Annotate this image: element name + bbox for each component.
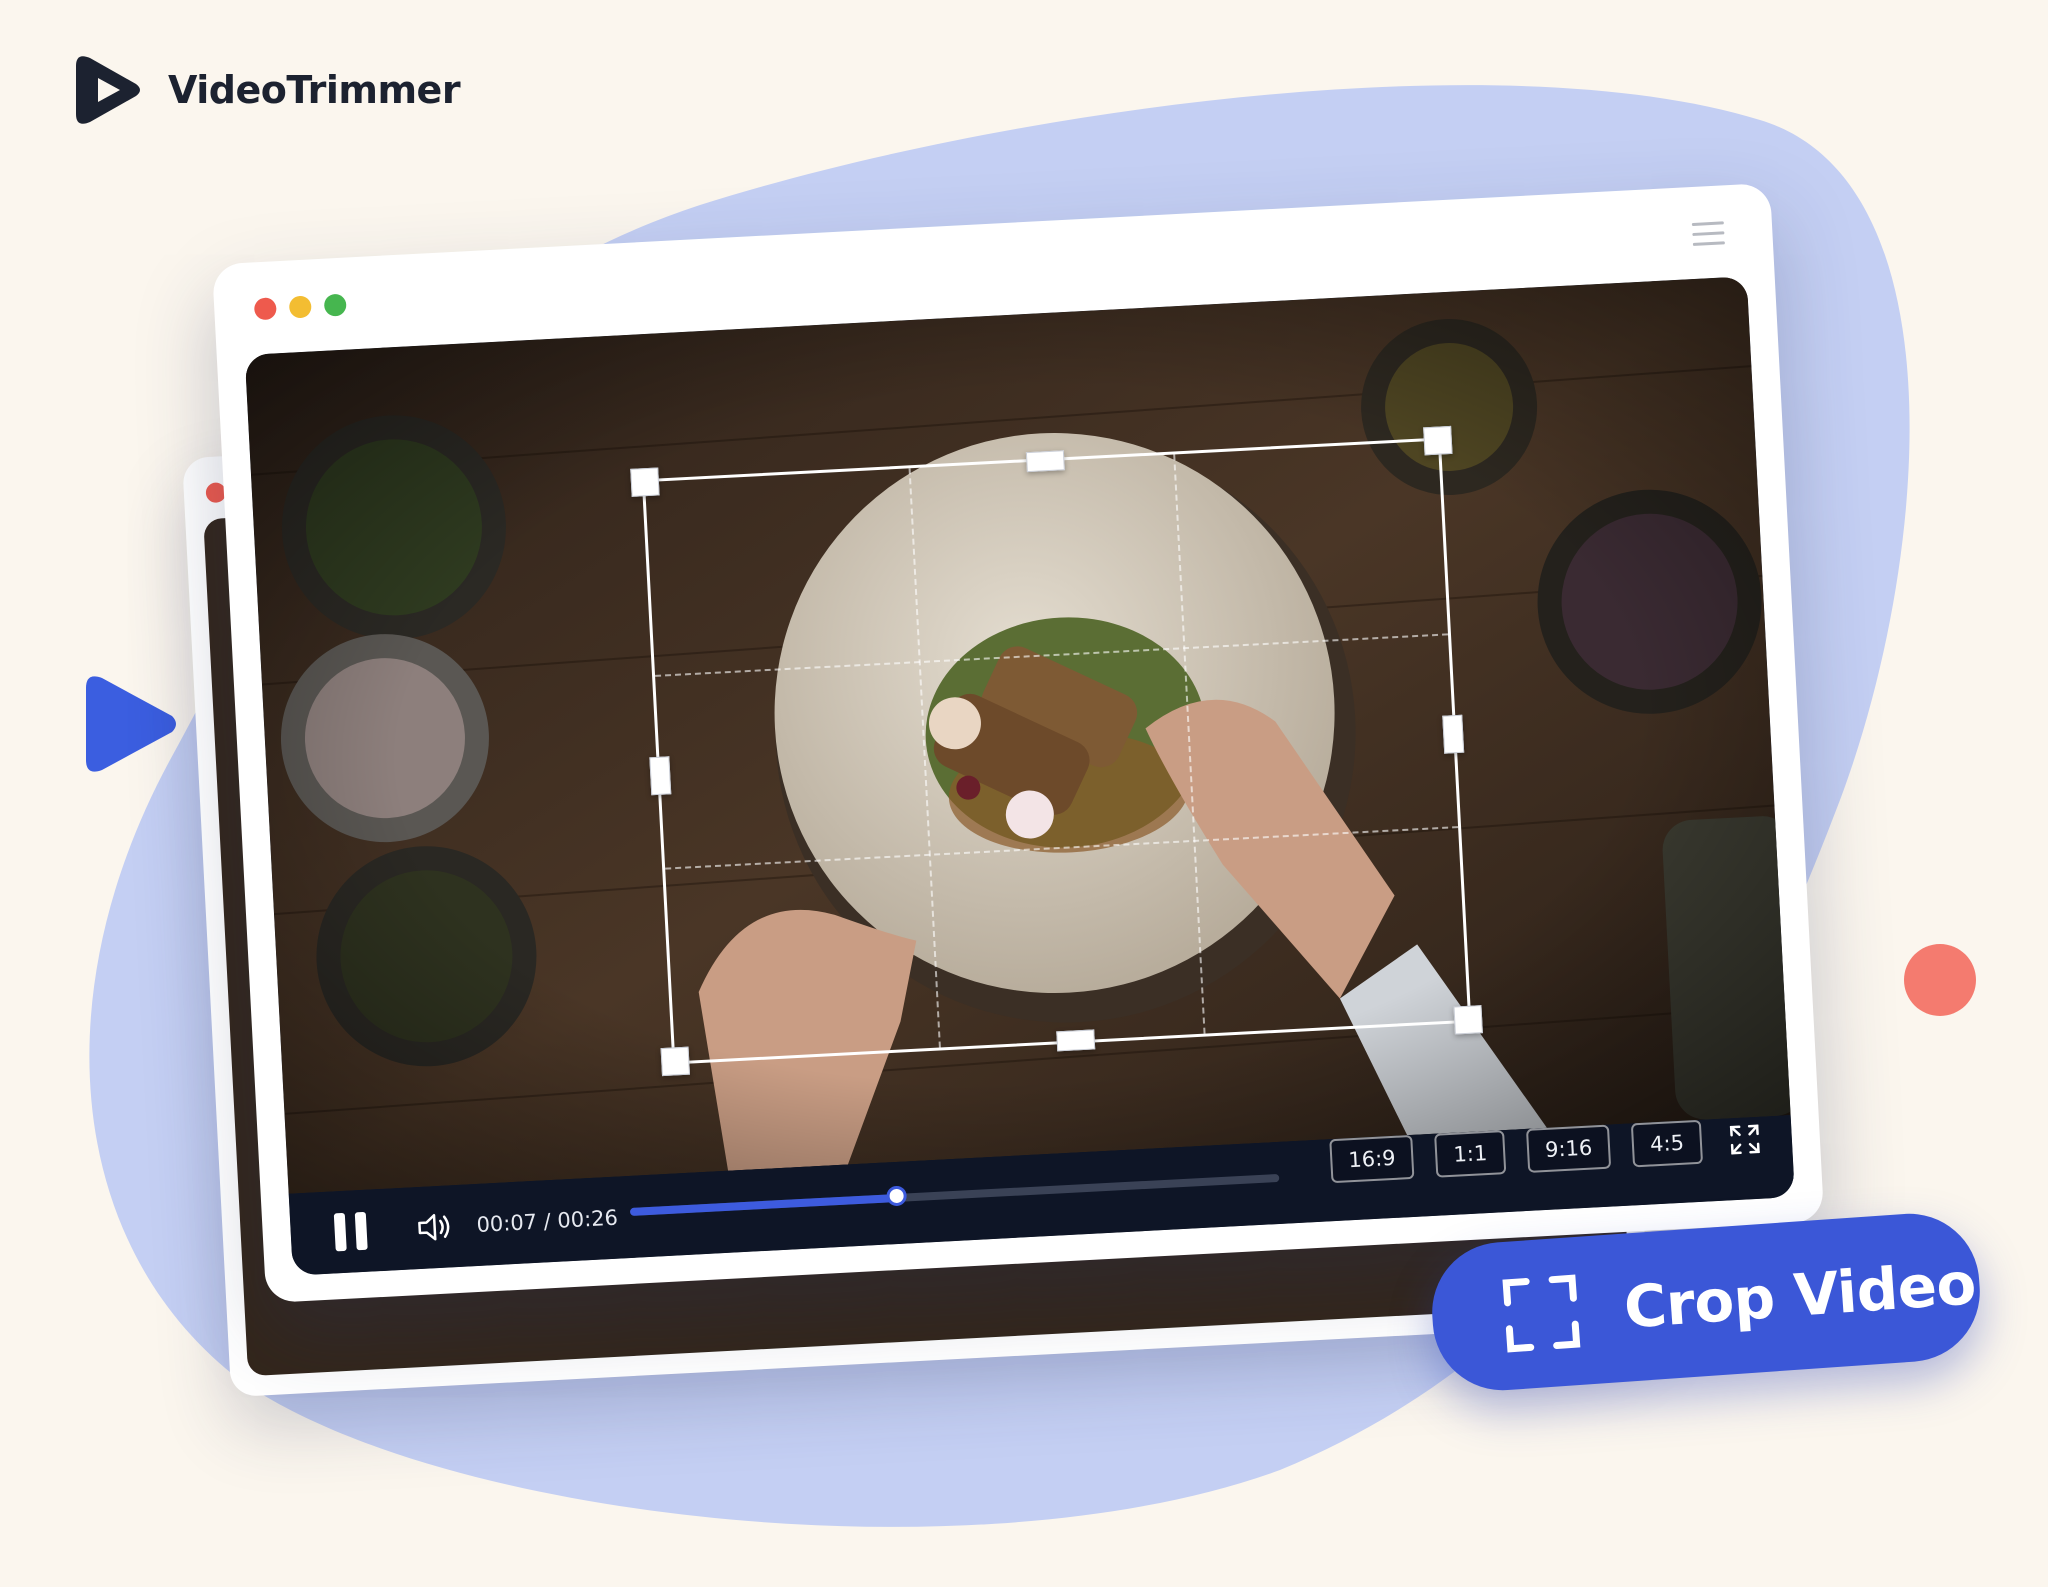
pause-icon[interactable] <box>333 1211 368 1252</box>
editor-window: 00:07 / 00:26 16:9 1:1 9:16 4:5 <box>211 182 1825 1304</box>
crop-handle-top-left[interactable] <box>630 467 660 497</box>
crop-handle-right[interactable] <box>1442 714 1465 754</box>
progress-fill <box>629 1194 897 1216</box>
volume-icon[interactable] <box>416 1210 454 1244</box>
progress-track[interactable] <box>629 1173 1280 1216</box>
crop-handle-bottom[interactable] <box>1056 1029 1096 1052</box>
close-window-dot[interactable] <box>253 297 277 321</box>
menu-icon[interactable] <box>1691 221 1725 249</box>
total-time: 00:26 <box>556 1205 619 1233</box>
progress-knob[interactable] <box>885 1185 907 1207</box>
crop-handle-top[interactable] <box>1025 450 1065 473</box>
maximize-window-dot[interactable] <box>323 293 347 317</box>
playback-time: 00:07 / 00:26 <box>476 1206 619 1237</box>
crop-grid-line <box>908 468 942 1048</box>
crop-selection[interactable] <box>630 425 1483 1077</box>
time-separator: / <box>536 1208 559 1234</box>
ratio-1-1-button[interactable]: 1:1 <box>1434 1130 1507 1178</box>
window-controls <box>253 293 347 321</box>
crop-icon <box>1502 1274 1581 1353</box>
crop-handle-left[interactable] <box>649 756 672 796</box>
ratio-4-5-button[interactable]: 4:5 <box>1631 1119 1704 1168</box>
crop-grid-line <box>665 826 1459 870</box>
minimize-window-dot[interactable] <box>288 295 312 319</box>
crop-grid-line <box>1172 454 1206 1034</box>
current-time: 00:07 <box>475 1209 538 1237</box>
crop-handle-bottom-right[interactable] <box>1453 1005 1483 1035</box>
crop-video-label: Crop Video <box>1621 1249 1978 1342</box>
crop-handle-bottom-left[interactable] <box>660 1046 690 1077</box>
crop-grid-line <box>655 633 1449 678</box>
fullscreen-icon[interactable] <box>1727 1122 1763 1158</box>
ratio-16-9-button[interactable]: 16:9 <box>1329 1134 1415 1184</box>
video-player[interactable]: 00:07 / 00:26 16:9 1:1 9:16 4:5 <box>244 276 1795 1276</box>
crop-handle-top-right[interactable] <box>1423 425 1453 456</box>
ratio-9-16-button[interactable]: 9:16 <box>1526 1124 1612 1173</box>
